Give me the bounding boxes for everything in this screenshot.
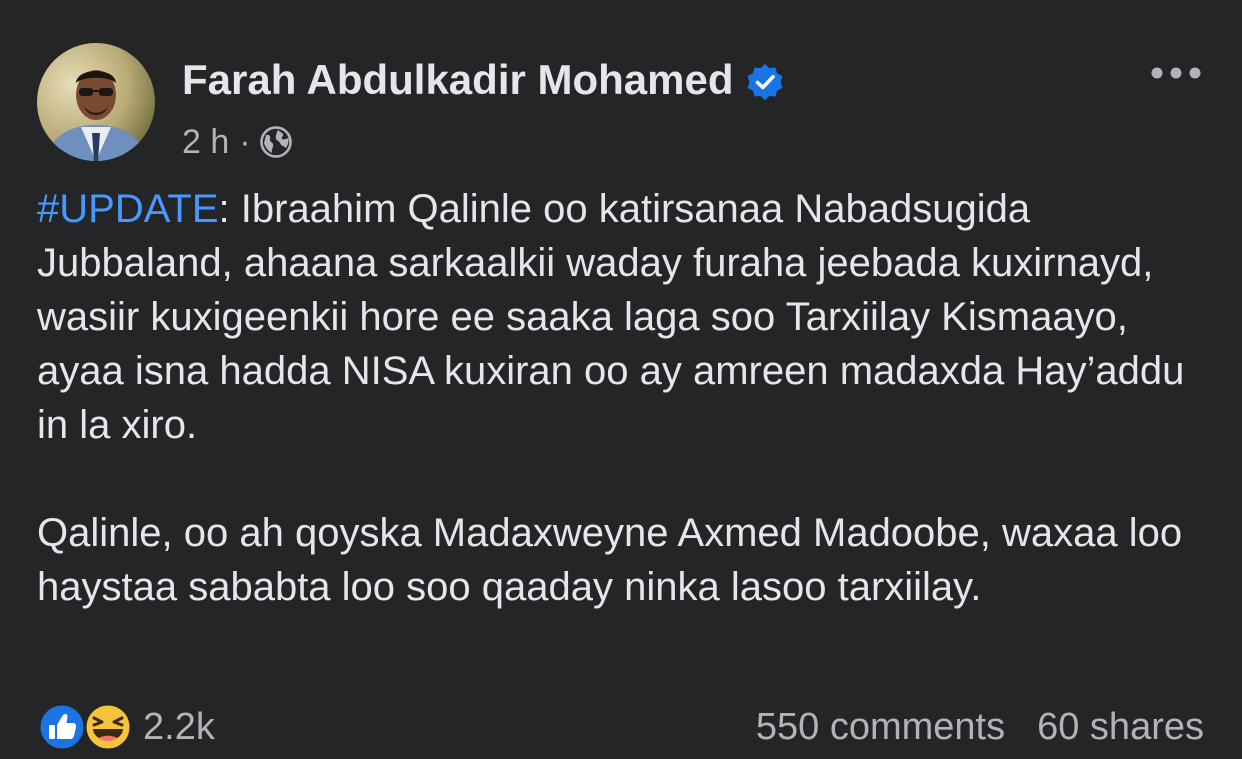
engagement-stats: 550 comments 60 shares [756, 700, 1204, 754]
post-paragraph-1: #UPDATE: Ibraahim Qalinle oo katirsanaa … [37, 182, 1212, 452]
globe-icon[interactable] [259, 125, 293, 159]
post-paragraph-2: Qalinle, oo ah qoyska Madaxweyne Axmed M… [37, 511, 1183, 609]
haha-icon [83, 702, 133, 752]
author-name-text: Farah Abdulkadir Mohamed [182, 56, 734, 103]
hashtag-link[interactable]: #UPDATE [37, 187, 219, 231]
like-icon [37, 702, 87, 752]
more-horizontal-icon [1151, 67, 1201, 79]
facebook-post: Farah Abdulkadir Mohamed 2 h · #UPDATE: … [0, 0, 1242, 759]
comments-count-link[interactable]: 550 comments [756, 700, 1005, 754]
post-meta: 2 h · [182, 120, 293, 164]
meta-separator: · [239, 123, 251, 161]
shares-count-link[interactable]: 60 shares [1037, 700, 1204, 754]
author-avatar[interactable] [37, 43, 155, 161]
reaction-count: 2.2k [143, 706, 215, 748]
post-timestamp[interactable]: 2 h [182, 120, 229, 164]
author-name[interactable]: Farah Abdulkadir Mohamed [182, 54, 784, 106]
reactions-summary[interactable]: 2.2k [37, 700, 215, 754]
post-body: #UPDATE: Ibraahim Qalinle oo katirsanaa … [37, 182, 1212, 614]
post-footer: 2.2k 550 comments 60 shares [37, 700, 1207, 756]
verified-badge-icon [746, 61, 784, 100]
more-options-button[interactable] [1148, 60, 1204, 86]
